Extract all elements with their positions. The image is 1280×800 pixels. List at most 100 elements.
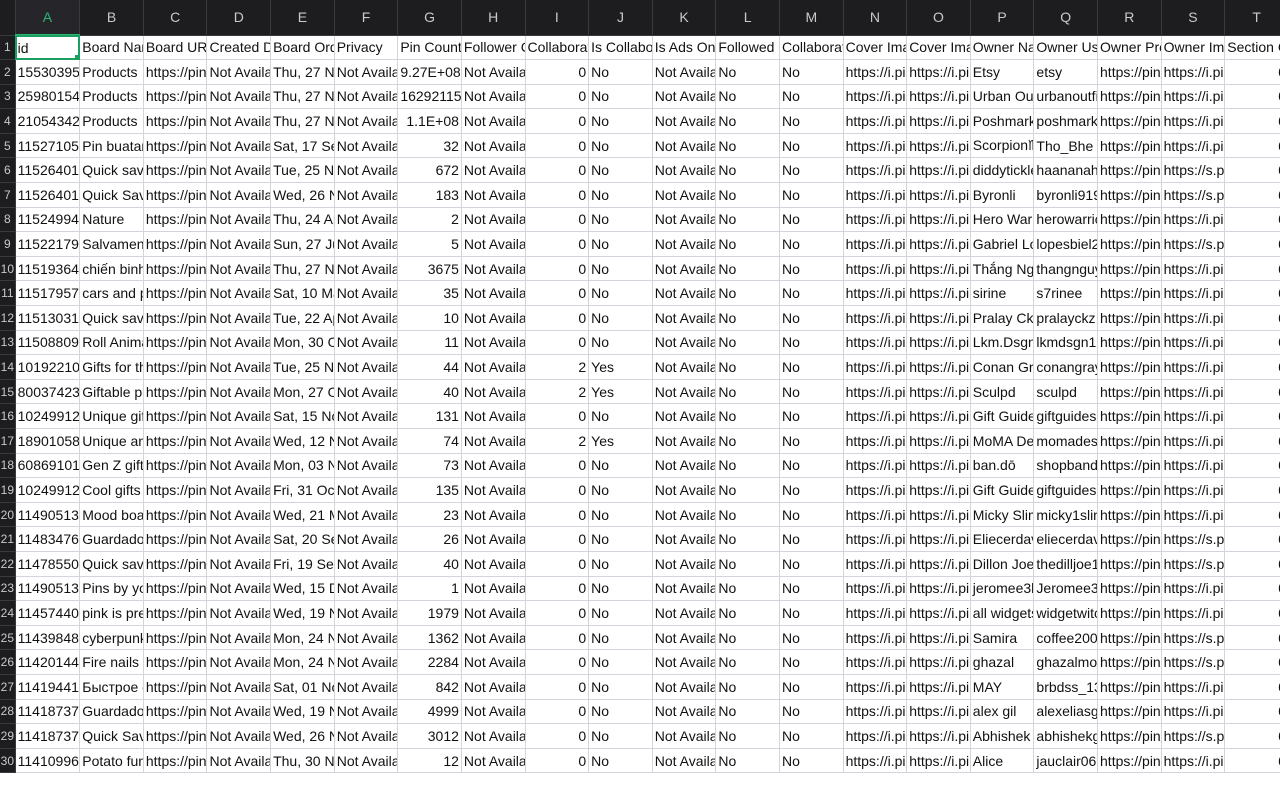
- cell[interactable]: 0: [1224, 748, 1280, 774]
- cell[interactable]: 0: [525, 723, 590, 749]
- cell[interactable]: 0: [1224, 280, 1280, 307]
- cell[interactable]: Not Availal: [461, 379, 526, 405]
- cell[interactable]: https://i.pin: [843, 453, 908, 479]
- cell[interactable]: No: [588, 526, 653, 552]
- cell[interactable]: 114574403: [15, 600, 81, 626]
- cell[interactable]: Not Availal: [334, 108, 399, 134]
- cell[interactable]: Not Availal: [652, 723, 717, 749]
- cell[interactable]: Not Availal: [652, 133, 717, 159]
- cell[interactable]: Not Availal: [461, 280, 526, 307]
- selected-cell[interactable]: id: [15, 35, 81, 61]
- cell[interactable]: Not Availal: [206, 748, 272, 774]
- cell[interactable]: Not Availal: [334, 403, 399, 429]
- cell[interactable]: Not Availal: [461, 477, 526, 503]
- cell[interactable]: jauclair06: [1033, 748, 1099, 774]
- row-number[interactable]: 24: [0, 600, 16, 626]
- cell[interactable]: Not Availal: [206, 453, 272, 479]
- cell[interactable]: 259801540: [15, 84, 81, 110]
- cell[interactable]: https://i.pin: [1161, 403, 1226, 429]
- cell[interactable]: https://i.pin: [1161, 428, 1226, 454]
- header-cell[interactable]: Collaborat: [779, 35, 844, 61]
- cell[interactable]: coffee200(: [1033, 625, 1099, 651]
- row-number[interactable]: 10: [0, 256, 16, 282]
- row-number[interactable]: 5: [0, 133, 16, 159]
- cell[interactable]: https://i.pin: [1161, 133, 1226, 159]
- cell[interactable]: Quick save: [79, 551, 144, 577]
- cell[interactable]: https://i.pin: [1161, 748, 1226, 774]
- cell[interactable]: Pralay Ckz: [970, 305, 1035, 331]
- cell[interactable]: No: [588, 256, 653, 282]
- cell[interactable]: Quick save: [79, 305, 144, 331]
- cell[interactable]: No: [779, 207, 844, 233]
- cell[interactable]: Not Availal: [652, 403, 717, 429]
- cell[interactable]: 40: [397, 551, 462, 577]
- cell[interactable]: No: [779, 453, 844, 479]
- header-cell[interactable]: Section Co: [1224, 35, 1280, 61]
- cell[interactable]: https://i.pin: [906, 354, 971, 380]
- cell[interactable]: Not Availal: [652, 649, 717, 675]
- cell[interactable]: 1.1E+08: [397, 108, 462, 134]
- cell[interactable]: Wed, 19 N: [270, 699, 335, 725]
- cell[interactable]: Mon, 30 O: [270, 330, 335, 356]
- row-number[interactable]: 11: [0, 280, 16, 307]
- cell[interactable]: ban.dō: [970, 453, 1035, 479]
- cell[interactable]: sculpd: [1033, 379, 1099, 405]
- column-header-l[interactable]: L: [715, 0, 780, 36]
- cell[interactable]: Not Availal: [461, 551, 526, 577]
- cell[interactable]: No: [715, 526, 780, 552]
- cell[interactable]: 0: [1224, 649, 1280, 675]
- cell[interactable]: Not Availal: [652, 330, 717, 356]
- cell[interactable]: 23: [397, 502, 462, 528]
- cell[interactable]: https://pint: [1097, 600, 1162, 626]
- cell[interactable]: https://i.pin: [843, 551, 908, 577]
- cell[interactable]: Not Availal: [334, 354, 399, 380]
- cell[interactable]: poshmark: [1033, 108, 1099, 134]
- cell[interactable]: No: [715, 330, 780, 356]
- cell[interactable]: Guardado: [79, 526, 144, 552]
- column-header-j[interactable]: J: [588, 0, 653, 36]
- cell[interactable]: herowarrio: [1033, 207, 1099, 233]
- cell[interactable]: No: [588, 59, 653, 85]
- cell[interactable]: https://pint: [143, 84, 208, 110]
- column-header-t[interactable]: T: [1224, 0, 1280, 36]
- cell[interactable]: Sat, 15 No: [270, 403, 335, 429]
- cell[interactable]: https://i.pin: [906, 59, 971, 85]
- cell[interactable]: No: [588, 305, 653, 331]
- cell[interactable]: No: [588, 723, 653, 749]
- cell[interactable]: ghazal: [970, 649, 1035, 675]
- cell[interactable]: No: [715, 59, 780, 85]
- cell[interactable]: 1: [397, 576, 462, 602]
- cell[interactable]: Sun, 27 Ju: [270, 231, 335, 257]
- cell[interactable]: No: [715, 723, 780, 749]
- cell[interactable]: 0: [1224, 723, 1280, 749]
- cell[interactable]: https://s.pi: [1161, 157, 1226, 184]
- cell[interactable]: https://pint: [143, 133, 208, 159]
- cell[interactable]: No: [779, 403, 844, 429]
- cell[interactable]: https://pint: [143, 108, 208, 134]
- cell[interactable]: https://i.pin: [843, 428, 908, 454]
- cell[interactable]: Not Availal: [206, 84, 272, 110]
- cell[interactable]: 0: [525, 477, 590, 503]
- cell[interactable]: https://pint: [1097, 403, 1162, 429]
- cell[interactable]: Not Availal: [334, 428, 399, 454]
- cell[interactable]: Sat, 20 Sep: [270, 526, 335, 552]
- cell[interactable]: Not Availal: [461, 649, 526, 675]
- cell[interactable]: Unique and: [79, 428, 144, 454]
- cell[interactable]: https://pint: [143, 477, 208, 503]
- cell[interactable]: No: [588, 699, 653, 725]
- cell[interactable]: Scorpion♏: [970, 133, 1035, 159]
- cell[interactable]: Not Availal: [461, 330, 526, 356]
- cell[interactable]: Thu, 27 No: [270, 84, 335, 110]
- header-cell[interactable]: Created D: [206, 35, 272, 61]
- cell[interactable]: https://pint: [1097, 231, 1162, 257]
- cell[interactable]: 115088094: [15, 330, 81, 356]
- cell[interactable]: Not Availal: [206, 330, 272, 356]
- header-cell[interactable]: Privacy: [334, 35, 399, 61]
- cell[interactable]: No: [779, 551, 844, 577]
- cell[interactable]: Not Availal: [206, 133, 272, 159]
- cell[interactable]: Salvament: [79, 231, 144, 257]
- cell[interactable]: 0: [1224, 354, 1280, 380]
- cell[interactable]: No: [588, 748, 653, 774]
- cell[interactable]: 0: [525, 403, 590, 429]
- cell[interactable]: No: [779, 379, 844, 405]
